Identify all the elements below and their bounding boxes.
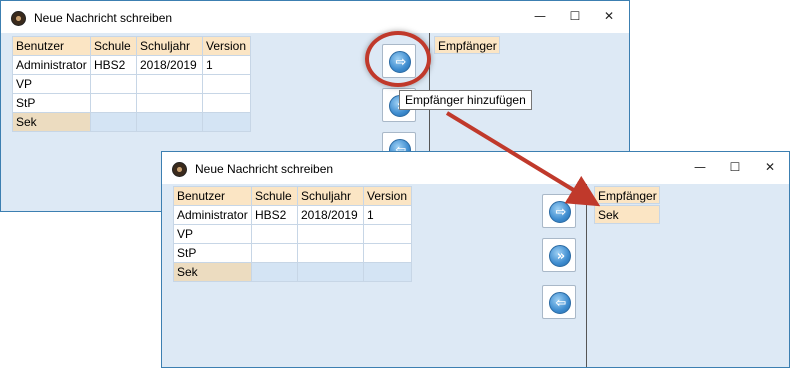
annotation-arrow [445, 111, 601, 207]
